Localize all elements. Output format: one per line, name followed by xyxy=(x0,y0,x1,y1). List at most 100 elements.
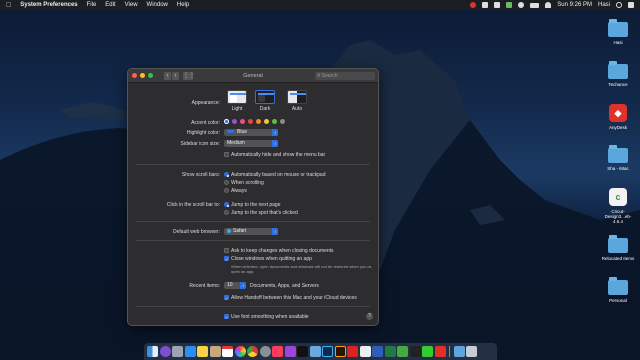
search-icon: ⚲ xyxy=(317,73,321,79)
desktop-item-techance[interactable]: Techance xyxy=(600,56,636,98)
menu-help[interactable]: Help xyxy=(177,2,189,8)
allow-handoff-label: Allow Handoff between this Mac and your … xyxy=(231,295,357,301)
siri-icon[interactable] xyxy=(159,346,171,357)
close-button[interactable] xyxy=(132,73,137,78)
chevron-updown-icon: ↕ xyxy=(272,129,278,136)
desktop-item-cricut[interactable]: c Cricut-Design3...eb-4.6.4 xyxy=(600,182,636,230)
messages-icon[interactable] xyxy=(422,346,433,357)
apple-menu-icon[interactable]:  xyxy=(6,2,11,9)
photoshop-icon[interactable] xyxy=(322,346,333,357)
appearance-light-option[interactable] xyxy=(227,90,247,104)
desktop-item-personal[interactable]: Personal xyxy=(600,272,636,314)
desktop-item-sha-imac[interactable]: Sha - iMac xyxy=(600,140,636,182)
jump-to-spot-radio[interactable] xyxy=(224,210,229,215)
desktop-item-relocated[interactable]: Relocated Items xyxy=(600,230,636,272)
clock[interactable]: Sun 9:26 PM xyxy=(557,2,592,8)
excel-icon[interactable] xyxy=(384,346,396,357)
menu-window[interactable]: Window xyxy=(147,2,168,8)
title-bar[interactable]: ‹ › ⋮⋮ General ⚲ Search xyxy=(128,69,378,83)
app-store-icon[interactable] xyxy=(184,346,196,357)
word-icon[interactable] xyxy=(372,346,383,357)
control-center-icon[interactable] xyxy=(628,2,634,8)
chrome-icon[interactable] xyxy=(247,346,258,357)
anydesk-icon[interactable] xyxy=(434,346,446,357)
wifi-icon[interactable] xyxy=(545,2,552,8)
downloads-folder-icon[interactable] xyxy=(453,346,465,357)
minimize-button[interactable] xyxy=(140,73,145,78)
podcasts-icon[interactable] xyxy=(284,346,296,357)
auto-hide-menubar-checkbox[interactable] xyxy=(224,152,229,157)
highlight-color-value: Blue xyxy=(237,129,248,135)
photos-icon[interactable] xyxy=(234,346,246,357)
back-button[interactable]: ‹ xyxy=(164,71,171,80)
search-icon[interactable] xyxy=(616,2,622,8)
appearance-auto-option[interactable] xyxy=(287,90,307,104)
desktop-item-label: Sha - iMac xyxy=(607,166,629,171)
contacts-icon[interactable] xyxy=(209,346,221,357)
chevron-updown-icon: ↕ xyxy=(272,140,278,147)
recent-items-value: 10 xyxy=(227,282,233,288)
scroll-always-radio[interactable] xyxy=(224,188,229,193)
jump-next-page-radio[interactable] xyxy=(224,202,229,207)
dock xyxy=(144,343,497,360)
cricut-icon[interactable] xyxy=(397,346,408,357)
allow-handoff-checkbox[interactable]: ✓ xyxy=(224,295,229,301)
recent-items-popup[interactable]: 10 ↕ xyxy=(224,282,246,289)
help-button[interactable]: ? xyxy=(366,313,373,320)
menu-file[interactable]: File xyxy=(87,2,97,8)
highlight-color-popup[interactable]: Blue ↕ xyxy=(224,129,278,136)
accent-color-swatch[interactable] xyxy=(240,119,245,124)
ask-keep-changes-checkbox[interactable] xyxy=(224,248,229,253)
app-status-icon[interactable] xyxy=(506,2,513,8)
finder-icon[interactable] xyxy=(147,346,158,357)
music-icon[interactable] xyxy=(272,346,283,357)
default-browser-popup[interactable]: Safari ↕ xyxy=(224,228,278,235)
calendar-icon[interactable] xyxy=(222,346,233,357)
display-icon[interactable] xyxy=(482,2,489,8)
zoom-button[interactable] xyxy=(148,73,153,78)
accent-color-swatch[interactable] xyxy=(272,119,277,124)
battery-icon[interactable] xyxy=(530,2,540,8)
menu-view[interactable]: View xyxy=(125,2,138,8)
accent-color-swatch[interactable] xyxy=(280,119,285,124)
illustrator-icon[interactable] xyxy=(334,346,346,357)
terminal-icon[interactable] xyxy=(409,346,421,357)
trash-icon[interactable] xyxy=(466,346,477,357)
accent-color-swatch[interactable] xyxy=(264,119,269,124)
default-browser-value: Safari xyxy=(233,228,247,234)
scroll-always-label: Always xyxy=(231,188,247,194)
menu-app-name[interactable]: System Preferences xyxy=(20,2,77,8)
menu-edit[interactable]: Edit xyxy=(105,2,115,8)
accent-color-swatch[interactable] xyxy=(232,119,237,124)
accent-color-swatch[interactable] xyxy=(224,119,229,124)
launchpad-icon[interactable] xyxy=(172,346,183,357)
appearance-dark-option[interactable] xyxy=(255,90,275,104)
notes-icon[interactable] xyxy=(197,346,208,357)
scroll-when-scrolling-radio[interactable] xyxy=(224,180,229,185)
sidebar-icon-size-popup[interactable]: Medium ↕ xyxy=(224,140,278,147)
desktop-item-hasi[interactable]: Hasi xyxy=(600,14,636,56)
time-machine-icon[interactable] xyxy=(518,2,525,8)
textedit-icon[interactable] xyxy=(359,346,371,357)
general-preferences-window: ‹ › ⋮⋮ General ⚲ Search Appearance: Ligh… xyxy=(127,68,379,326)
close-windows-checkbox[interactable]: ✓ xyxy=(224,256,229,262)
accent-color-swatch[interactable] xyxy=(256,119,261,124)
system-preferences-icon[interactable] xyxy=(259,346,271,357)
acrobat-icon[interactable] xyxy=(347,346,358,357)
scroll-auto-label: Automatically based on mouse or trackpad xyxy=(231,172,326,178)
accent-color-swatch[interactable] xyxy=(248,119,253,124)
user-name[interactable]: Hasi xyxy=(598,2,610,8)
font-smoothing-checkbox[interactable]: ✓ xyxy=(224,314,229,320)
highlight-swatch-icon xyxy=(227,130,234,134)
appearance-auto-label: Auto xyxy=(291,106,303,112)
status-red-icon[interactable] xyxy=(470,2,477,8)
close-windows-note: When selected, open documents and window… xyxy=(231,264,373,274)
search-field[interactable]: ⚲ Search xyxy=(315,72,375,80)
desktop-item-anydesk[interactable]: ◆ AnyDesk xyxy=(600,98,636,140)
preview-icon[interactable] xyxy=(309,346,321,357)
extension-icon[interactable] xyxy=(494,2,501,8)
scroll-auto-radio[interactable] xyxy=(224,172,229,177)
show-all-grid-icon[interactable]: ⋮⋮ xyxy=(183,71,195,80)
forward-button[interactable]: › xyxy=(172,71,179,80)
tv-icon[interactable] xyxy=(297,346,308,357)
